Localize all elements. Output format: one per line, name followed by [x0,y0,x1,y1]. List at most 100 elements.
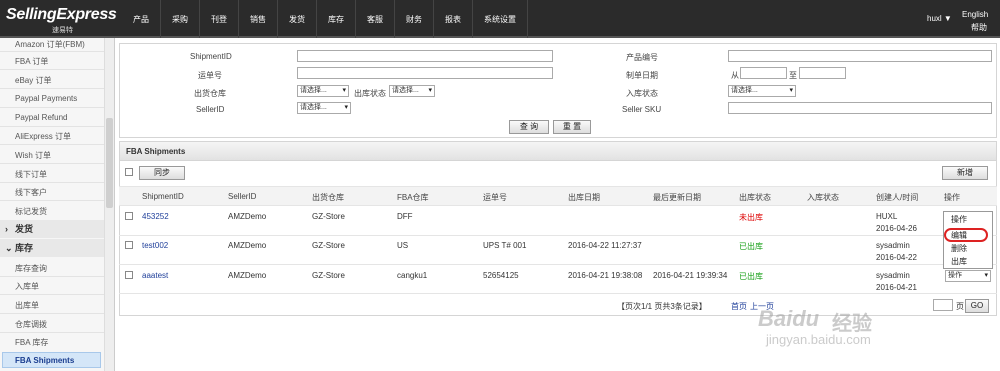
cell-seller-id: AMZDemo [228,271,267,280]
nav-system-settings[interactable]: 系统设置 [473,0,528,38]
action-outbound[interactable]: 出库 [951,256,967,267]
cell-updated: 2016-04-21 19:39:34 [653,271,728,280]
cell-fba-warehouse: cangku1 [397,271,428,280]
label-date-to: 至 [789,71,797,80]
cell-out-status: 已出库 [739,242,763,251]
cell-creator: sysadmin [876,271,910,280]
shipment-id-link[interactable]: test002 [142,241,168,250]
cell-fba-warehouse: US [397,241,409,250]
nav-shipping[interactable]: 发货 [278,0,317,38]
label-product-code: 产品编号 [626,53,658,62]
sidebar-item-fba-shipments[interactable]: FBA Shipments [15,356,74,365]
nav-products[interactable]: 产品 [122,0,161,38]
sidebar-group-shipping[interactable]: › 发货 [0,220,104,238]
sidebar-item-outbound-orders[interactable]: 出库单 [15,300,39,311]
language-switch[interactable]: English [962,10,988,19]
user-menu[interactable]: huxl ▼ [927,14,952,23]
cell-creator: sysadmin [876,241,910,250]
cell-out-status: 已出库 [739,272,763,281]
sidebar-group-inventory[interactable]: ⌄ 库存 [0,239,104,257]
shipment-id-input[interactable] [297,50,553,62]
list-panel [119,141,997,316]
out-warehouse-select[interactable]: 请选择... [297,85,349,97]
action-menu-title: 操作 [951,215,967,224]
nav-reports[interactable]: 报表 [434,0,473,38]
sidebar-item-mark-shipped[interactable]: 标记发货 [15,206,47,217]
date-from-input[interactable] [740,67,787,79]
toolbar-checkbox[interactable] [125,168,133,176]
sidebar-item-warehouse-transfer[interactable]: 仓库调拨 [15,319,47,330]
sidebar-item-inventory-query[interactable]: 库存查询 [15,263,47,274]
sync-button[interactable]: 同步 [139,166,185,180]
label-out-status: 出库状态 [354,89,386,98]
help-link[interactable]: 帮助 [971,22,987,33]
edit-highlight-circle [944,228,988,242]
baidu-watermark-url: jingyan.baidu.com [766,332,871,347]
query-button[interactable]: 查 询 [509,120,549,134]
shipment-id-link[interactable]: aaatest [142,271,168,280]
sidebar-item-fba-orders[interactable]: FBA 订单 [15,56,48,67]
chevron-down-icon: ⌄ [5,243,13,253]
sidebar-scrollbar[interactable] [104,38,114,371]
seller-sku-input[interactable] [728,102,992,114]
cell-out-date: 2016-04-21 19:38:08 [568,271,643,280]
row-checkbox[interactable] [125,271,133,279]
col-in-status: 入库状态 [807,193,839,202]
top-navbar: SellingExpress 速易特 产品 采购 刊登 销售 发货 库存 客服 … [0,0,1000,38]
col-updated: 最后更新日期 [653,193,701,202]
list-panel-title: FBA Shipments [119,141,997,161]
label-shipment-id: ShipmentID [190,52,232,61]
sidebar-item-wish-orders[interactable]: Wish 订单 [15,150,51,161]
cell-warehouse: GZ-Store [312,241,345,250]
product-code-input[interactable] [728,50,992,62]
label-out-warehouse: 出货仓库 [194,89,226,98]
app-logo[interactable]: SellingExpress [6,6,117,24]
col-out-status: 出库状态 [739,193,771,202]
nav-listing[interactable]: 刊登 [200,0,239,38]
sidebar-item-paypal-payments[interactable]: Paypal Payments [15,94,77,103]
new-button[interactable]: 新增 [942,166,988,180]
cell-created: 2016-04-21 [876,283,917,292]
sidebar: Amazon 订单(FBM) FBA 订单 eBay 订单 Paypal Pay… [0,38,115,371]
col-seller-id: SellerID [228,192,257,201]
sidebar-item-offline-customers[interactable]: 线下客户 [15,187,47,198]
sidebar-item-amazon-fbm[interactable]: Amazon 订单(FBM) [15,39,85,50]
pager-first[interactable]: 首页 [731,301,747,312]
nav-finance[interactable]: 财务 [395,0,434,38]
sidebar-item-aliexpress-orders[interactable]: AliExpress 订单 [15,131,71,142]
row-checkbox[interactable] [125,241,133,249]
label-seller-id: SellerID [196,105,225,114]
nav-purchase[interactable]: 采购 [161,0,200,38]
cell-fba-warehouse: DFF [397,212,413,221]
sidebar-item-offline-orders[interactable]: 线下订单 [15,169,47,180]
sidebar-item-ebay-orders[interactable]: eBay 订单 [15,75,51,86]
baidu-watermark-brand: Baidu [758,306,820,331]
page-number-input[interactable] [933,299,953,311]
shipment-id-link[interactable]: 453252 [142,212,169,221]
sidebar-item-fba-inventory[interactable]: FBA 库存 [15,337,48,348]
scrollbar-thumb[interactable] [106,118,113,208]
cell-tracking: UPS T# 001 [483,241,527,250]
reset-button[interactable]: 重 置 [553,120,591,134]
nav-sales[interactable]: 销售 [239,0,278,38]
sidebar-item-inbound-orders[interactable]: 入库单 [15,281,39,292]
row-checkbox[interactable] [125,212,133,220]
sidebar-item-paypal-refund[interactable]: Paypal Refund [15,113,67,122]
cell-creator: HUXL [876,212,898,221]
cell-seller-id: AMZDemo [228,241,267,250]
tracking-no-input[interactable] [297,67,553,79]
cell-seller-id: AMZDemo [228,212,267,221]
nav-customer-service[interactable]: 客服 [356,0,395,38]
in-status-select[interactable]: 请选择... [728,85,796,97]
date-to-input[interactable] [799,67,846,79]
nav-inventory[interactable]: 库存 [317,0,356,38]
cell-created: 2016-04-22 [876,253,917,262]
row-action-select[interactable]: 操作 [945,270,991,282]
action-delete[interactable]: 删除 [951,243,967,254]
pager-go-button[interactable]: GO [965,299,989,313]
seller-id-select[interactable]: 请选择... [297,102,351,114]
label-seller-sku: Seller SKU [622,105,662,114]
app-logo-subtitle: 速易特 [52,27,73,34]
out-status-select[interactable]: 请选择... [389,85,435,97]
chevron-right-icon: › [5,224,8,234]
